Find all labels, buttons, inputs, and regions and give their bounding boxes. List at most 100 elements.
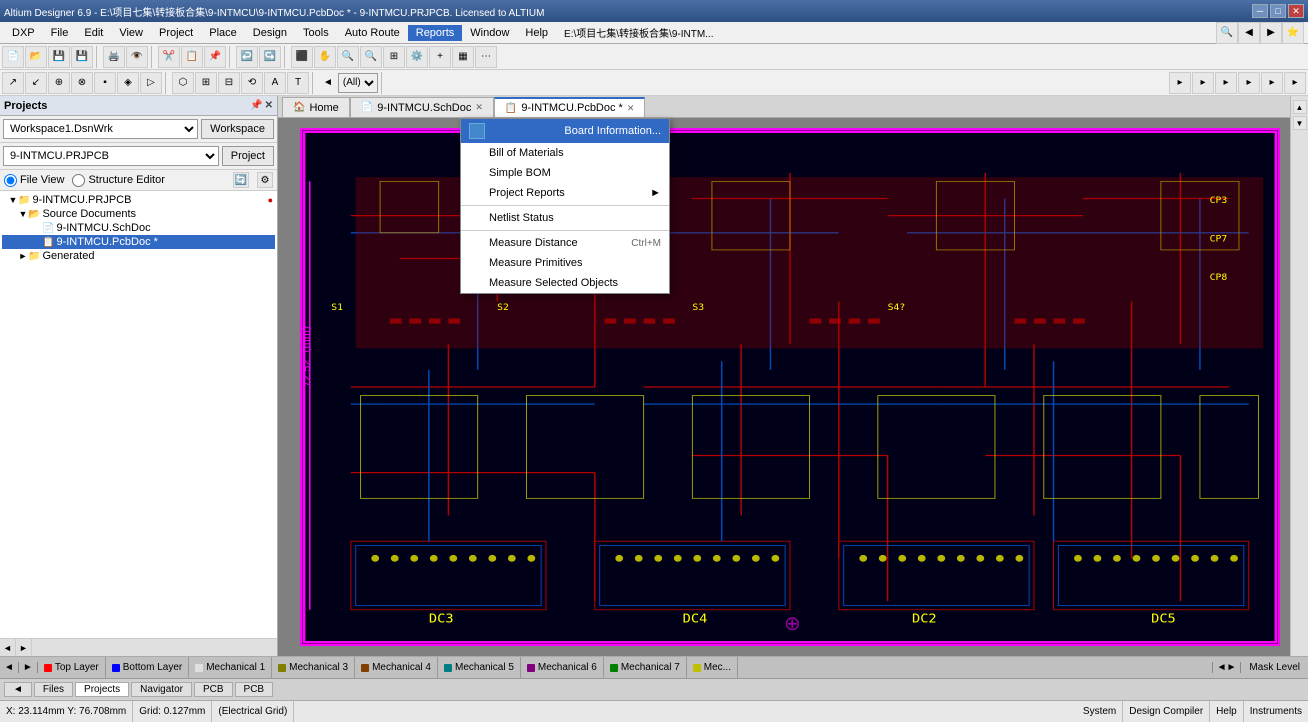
menu-autoroute[interactable]: Auto Route <box>337 25 408 41</box>
status-help[interactable]: Help <box>1210 701 1244 722</box>
layer-tab-top[interactable]: Top Layer <box>38 657 106 678</box>
tb-zoomfit[interactable]: ⊞ <box>383 46 405 68</box>
tree-expand-generated[interactable]: ► <box>18 251 28 261</box>
bp-tab-pcb[interactable]: PCB <box>194 682 233 697</box>
menu-design[interactable]: Design <box>245 25 295 41</box>
tb2-right-3[interactable]: ▸ <box>1215 72 1237 94</box>
close-button[interactable]: ✕ <box>1288 4 1304 18</box>
tree-expand-project[interactable]: ▼ <box>8 195 18 205</box>
menu-item-measure-primitives[interactable]: Measure Primitives <box>461 253 669 273</box>
menu-item-measure-selected[interactable]: Measure Selected Objects <box>461 273 669 293</box>
menu-edit[interactable]: Edit <box>76 25 111 41</box>
tb2-13[interactable]: T <box>287 72 309 94</box>
menu-tools[interactable]: Tools <box>295 25 337 41</box>
layer-scroll-right[interactable]: ► <box>19 662 38 673</box>
tb-new[interactable]: 📄 <box>2 46 24 68</box>
tb2-11[interactable]: ⟲ <box>241 72 263 94</box>
tb2-right-6[interactable]: ▸ <box>1284 72 1306 94</box>
tb-printprev[interactable]: 👁️ <box>126 46 148 68</box>
layer-nav-arrows[interactable]: ◄► <box>1212 662 1241 673</box>
right-btn-2[interactable]: ▼ <box>1293 116 1307 130</box>
menu-file[interactable]: File <box>43 25 77 41</box>
layer-tab-mech1[interactable]: Mechanical 1 <box>189 657 272 678</box>
minimize-button[interactable]: ─ <box>1252 4 1268 18</box>
tb-save[interactable]: 💾 <box>48 46 70 68</box>
tb2-1[interactable]: ↗ <box>2 72 24 94</box>
tb2-12[interactable]: A <box>264 72 286 94</box>
tb2-4[interactable]: ⊗ <box>71 72 93 94</box>
tb-saveall[interactable]: 💾 <box>71 46 93 68</box>
tree-item-schdoc[interactable]: 📄 9-INTMCU.SchDoc <box>2 221 275 235</box>
menu-help[interactable]: Help <box>517 25 556 41</box>
bp-tab-pcb2[interactable]: PCB <box>235 682 274 697</box>
nav-arrow-left[interactable]: ◄ <box>0 639 16 656</box>
menu-item-project-reports[interactable]: Project Reports ► <box>461 183 669 203</box>
menu-item-measure-distance[interactable]: Measure Distance Ctrl+M <box>461 233 669 253</box>
layer-tab-mech4[interactable]: Mechanical 4 <box>355 657 438 678</box>
panel-pin-btn[interactable]: 📌 <box>250 100 262 111</box>
tree-item-pcbdoc[interactable]: 📋 9-INTMCU.PcbDoc * <box>2 235 275 249</box>
tb2-9[interactable]: ⊞ <box>195 72 217 94</box>
canvas-area[interactable]: DC3 DC4 DC2 DC5 S1 S2 S3 S4? CP3 CP7 CP8 <box>278 118 1290 656</box>
layer-scroll-left[interactable]: ◄ <box>0 662 19 673</box>
tab-pcbdoc[interactable]: 📋 9-INTMCU.PcbDoc * ✕ <box>494 97 645 117</box>
structure-editor-radio[interactable]: Structure Editor <box>72 174 164 187</box>
tb2-right-1[interactable]: ▸ <box>1169 72 1191 94</box>
layer-tab-mech5[interactable]: Mechanical 5 <box>438 657 521 678</box>
status-system[interactable]: System <box>1077 701 1123 722</box>
toolbar-extra-1[interactable]: 🔍 <box>1216 22 1238 44</box>
project-button[interactable]: Project <box>222 146 274 166</box>
tb2-3[interactable]: ⊕ <box>48 72 70 94</box>
workspace-dropdown[interactable]: Workspace1.DsnWrk <box>3 119 198 139</box>
tb-select[interactable]: ⬛ <box>291 46 313 68</box>
tb-zoom-out[interactable]: 🔍 <box>360 46 382 68</box>
menu-dxp[interactable]: DXP <box>4 25 43 41</box>
panel-close-btn[interactable]: ✕ <box>265 100 273 111</box>
tb2-right-5[interactable]: ▸ <box>1261 72 1283 94</box>
tb-more3[interactable]: ⋯ <box>475 46 497 68</box>
tb-open[interactable]: 📂 <box>25 46 47 68</box>
project-dropdown[interactable]: 9-INTMCU.PRJPCB <box>3 146 219 166</box>
layer-tab-mech7[interactable]: Mechanical 7 <box>604 657 687 678</box>
view-refresh-btn[interactable]: 🔄 <box>233 172 249 188</box>
tb-redo[interactable]: ↪️ <box>259 46 281 68</box>
tb2-2[interactable]: ↙ <box>25 72 47 94</box>
layer-tab-mech3[interactable]: Mechanical 3 <box>272 657 355 678</box>
layer-tab-mech-more[interactable]: Mec... <box>687 657 738 678</box>
right-btn-1[interactable]: ▲ <box>1293 100 1307 114</box>
tb2-right-4[interactable]: ▸ <box>1238 72 1260 94</box>
tb-undo[interactable]: ↩️ <box>236 46 258 68</box>
tb-more1[interactable]: + <box>429 46 451 68</box>
pcb-board[interactable]: DC3 DC4 DC2 DC5 S1 S2 S3 S4? CP3 CP7 CP8 <box>300 128 1280 646</box>
tb2-6[interactable]: ◈ <box>117 72 139 94</box>
tree-expand-source[interactable]: ▼ <box>18 209 28 219</box>
bp-tab-files[interactable]: Files <box>34 682 73 697</box>
tb-print[interactable]: 🖨️ <box>103 46 125 68</box>
layer-tab-mech6[interactable]: Mechanical 6 <box>521 657 604 678</box>
file-view-radio[interactable]: File View <box>4 174 64 187</box>
menu-item-simple-bom[interactable]: Simple BOM <box>461 163 669 183</box>
menu-path[interactable]: E:\项目七集\转接板合集\9-INTM... <box>556 23 721 42</box>
tab-home[interactable]: 🏠 Home <box>282 97 350 117</box>
bp-tab-navigator[interactable]: Navigator <box>131 682 192 697</box>
tree-item-project[interactable]: ▼ 📁 9-INTMCU.PRJPCB ● <box>2 193 275 207</box>
workspace-button[interactable]: Workspace <box>201 119 274 139</box>
pcb-tab-close[interactable]: ✕ <box>627 103 635 114</box>
bp-tab-projects[interactable]: Projects <box>75 682 129 697</box>
tb-paste[interactable]: 📌 <box>204 46 226 68</box>
menu-place[interactable]: Place <box>201 25 245 41</box>
sch-tab-close[interactable]: ✕ <box>475 102 483 113</box>
menu-project[interactable]: Project <box>151 25 201 41</box>
tb-copy[interactable]: 📋 <box>181 46 203 68</box>
tree-item-generated[interactable]: ► 📁 Generated <box>2 249 275 263</box>
menu-item-bom[interactable]: Bill of Materials <box>461 143 669 163</box>
tb-cut[interactable]: ✂️ <box>158 46 180 68</box>
tb2-5[interactable]: ▪ <box>94 72 116 94</box>
maximize-button[interactable]: □ <box>1270 4 1286 18</box>
tab-schdoc[interactable]: 📄 9-INTMCU.SchDoc ✕ <box>350 97 494 117</box>
nav-arrow-right[interactable]: ► <box>16 639 32 656</box>
tree-item-source-docs[interactable]: ▼ 📂 Source Documents <box>2 207 275 221</box>
layer-tab-bottom[interactable]: Bottom Layer <box>106 657 189 678</box>
toolbar-extra-2[interactable]: ◀ <box>1238 22 1260 44</box>
toolbar-extra-3[interactable]: ▶ <box>1260 22 1282 44</box>
